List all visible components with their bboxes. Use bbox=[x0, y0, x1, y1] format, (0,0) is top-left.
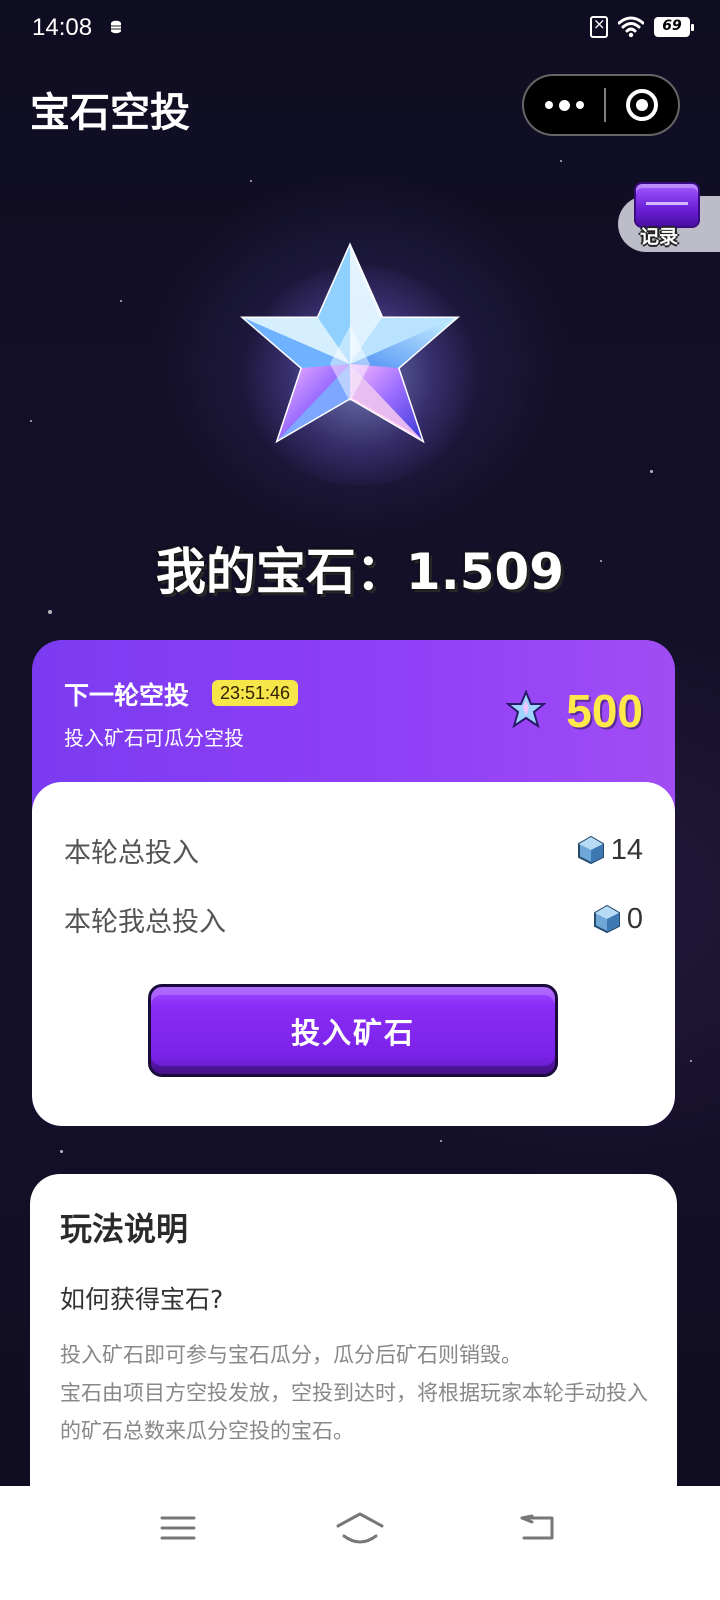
total-invest-row: 本轮总投入 14 bbox=[64, 830, 643, 870]
ore-icon bbox=[593, 904, 620, 934]
records-label[interactable]: 记录 bbox=[640, 222, 678, 249]
my-gems-balance: 我的宝石：1.509 bbox=[155, 543, 565, 601]
star-dot bbox=[690, 1060, 692, 1062]
home-icon[interactable] bbox=[330, 1508, 390, 1548]
star-dot bbox=[560, 160, 562, 162]
battery-icon: 69 bbox=[654, 17, 694, 37]
total-invest-value-wrap: 14 bbox=[577, 834, 643, 867]
sim-off-icon bbox=[590, 15, 608, 38]
rules-question: 如何获得宝石? bbox=[60, 1285, 224, 1314]
more-dot-icon bbox=[544, 101, 553, 109]
rules-title: 玩法说明 bbox=[60, 1210, 189, 1248]
gem-star-small-icon bbox=[506, 690, 546, 729]
page-title: 宝石空投 bbox=[30, 90, 190, 136]
status-time: 14:08 bbox=[32, 14, 93, 41]
my-invest-label: 本轮我总投入 bbox=[64, 906, 226, 938]
rules-card: 玩法说明 如何获得宝石? 投入矿石即可参与宝石瓜分，瓜分后矿石则销毁。 宝石由项… bbox=[30, 1174, 677, 1534]
total-invest-label: 本轮总投入 bbox=[64, 837, 199, 869]
total-invest-value: 14 bbox=[610, 833, 643, 866]
menu-icon[interactable] bbox=[148, 1508, 208, 1548]
invest-ore-button[interactable]: 投入矿石 bbox=[148, 984, 558, 1077]
rules-text: 投入矿石即可参与宝石瓜分，瓜分后矿石则销毁。 宝石由项目方空投发放，空投到达时，… bbox=[60, 1336, 650, 1450]
star-dot bbox=[440, 1140, 442, 1142]
airdrop-reward-amount: 500 bbox=[566, 685, 643, 737]
system-nav-bar bbox=[0, 1486, 720, 1600]
star-dot bbox=[650, 470, 653, 473]
ore-icon bbox=[577, 835, 604, 865]
gem-star-image bbox=[200, 226, 520, 506]
back-icon[interactable] bbox=[508, 1508, 568, 1548]
next-round-subtitle: 投入矿石可瓜分空投 bbox=[64, 726, 244, 750]
airdrop-card: 下一轮空投 23:51:46 投入矿石可瓜分空投 500 本轮总投入 14 本轮… bbox=[32, 640, 675, 1126]
invest-panel: 本轮总投入 14 本轮我总投入 0 投入矿石 bbox=[32, 782, 675, 1126]
star-dot bbox=[48, 610, 52, 614]
rules-line-2: 宝石由项目方空投发放，空投到达时，将根据玩家本轮手动投入的矿石总数来瓜分空投的宝… bbox=[60, 1381, 648, 1443]
rules-line-1: 投入矿石即可参与宝石瓜分，瓜分后矿石则销毁。 bbox=[60, 1343, 522, 1367]
my-invest-value-wrap: 0 bbox=[593, 903, 643, 936]
my-invest-row: 本轮我总投入 0 bbox=[64, 899, 643, 939]
star-dot bbox=[60, 1150, 63, 1153]
more-dot-icon bbox=[575, 101, 584, 109]
gem-star-icon bbox=[239, 242, 461, 444]
close-button[interactable] bbox=[606, 89, 678, 121]
database-icon bbox=[111, 20, 121, 34]
more-button[interactable] bbox=[524, 76, 604, 134]
close-target-icon bbox=[626, 89, 658, 121]
star-dot bbox=[250, 180, 252, 182]
more-dot-icon bbox=[558, 99, 570, 111]
star-dot bbox=[30, 420, 32, 422]
wifi-icon bbox=[618, 16, 644, 38]
status-bar: 14:08 69 bbox=[0, 0, 720, 56]
battery-level: 69 bbox=[662, 18, 682, 34]
countdown-badge: 23:51:46 bbox=[212, 680, 299, 706]
star-dot bbox=[120, 300, 122, 302]
next-round-label: 下一轮空投 bbox=[64, 681, 190, 710]
mini-program-capsule bbox=[522, 74, 680, 136]
my-invest-value: 0 bbox=[626, 902, 643, 935]
